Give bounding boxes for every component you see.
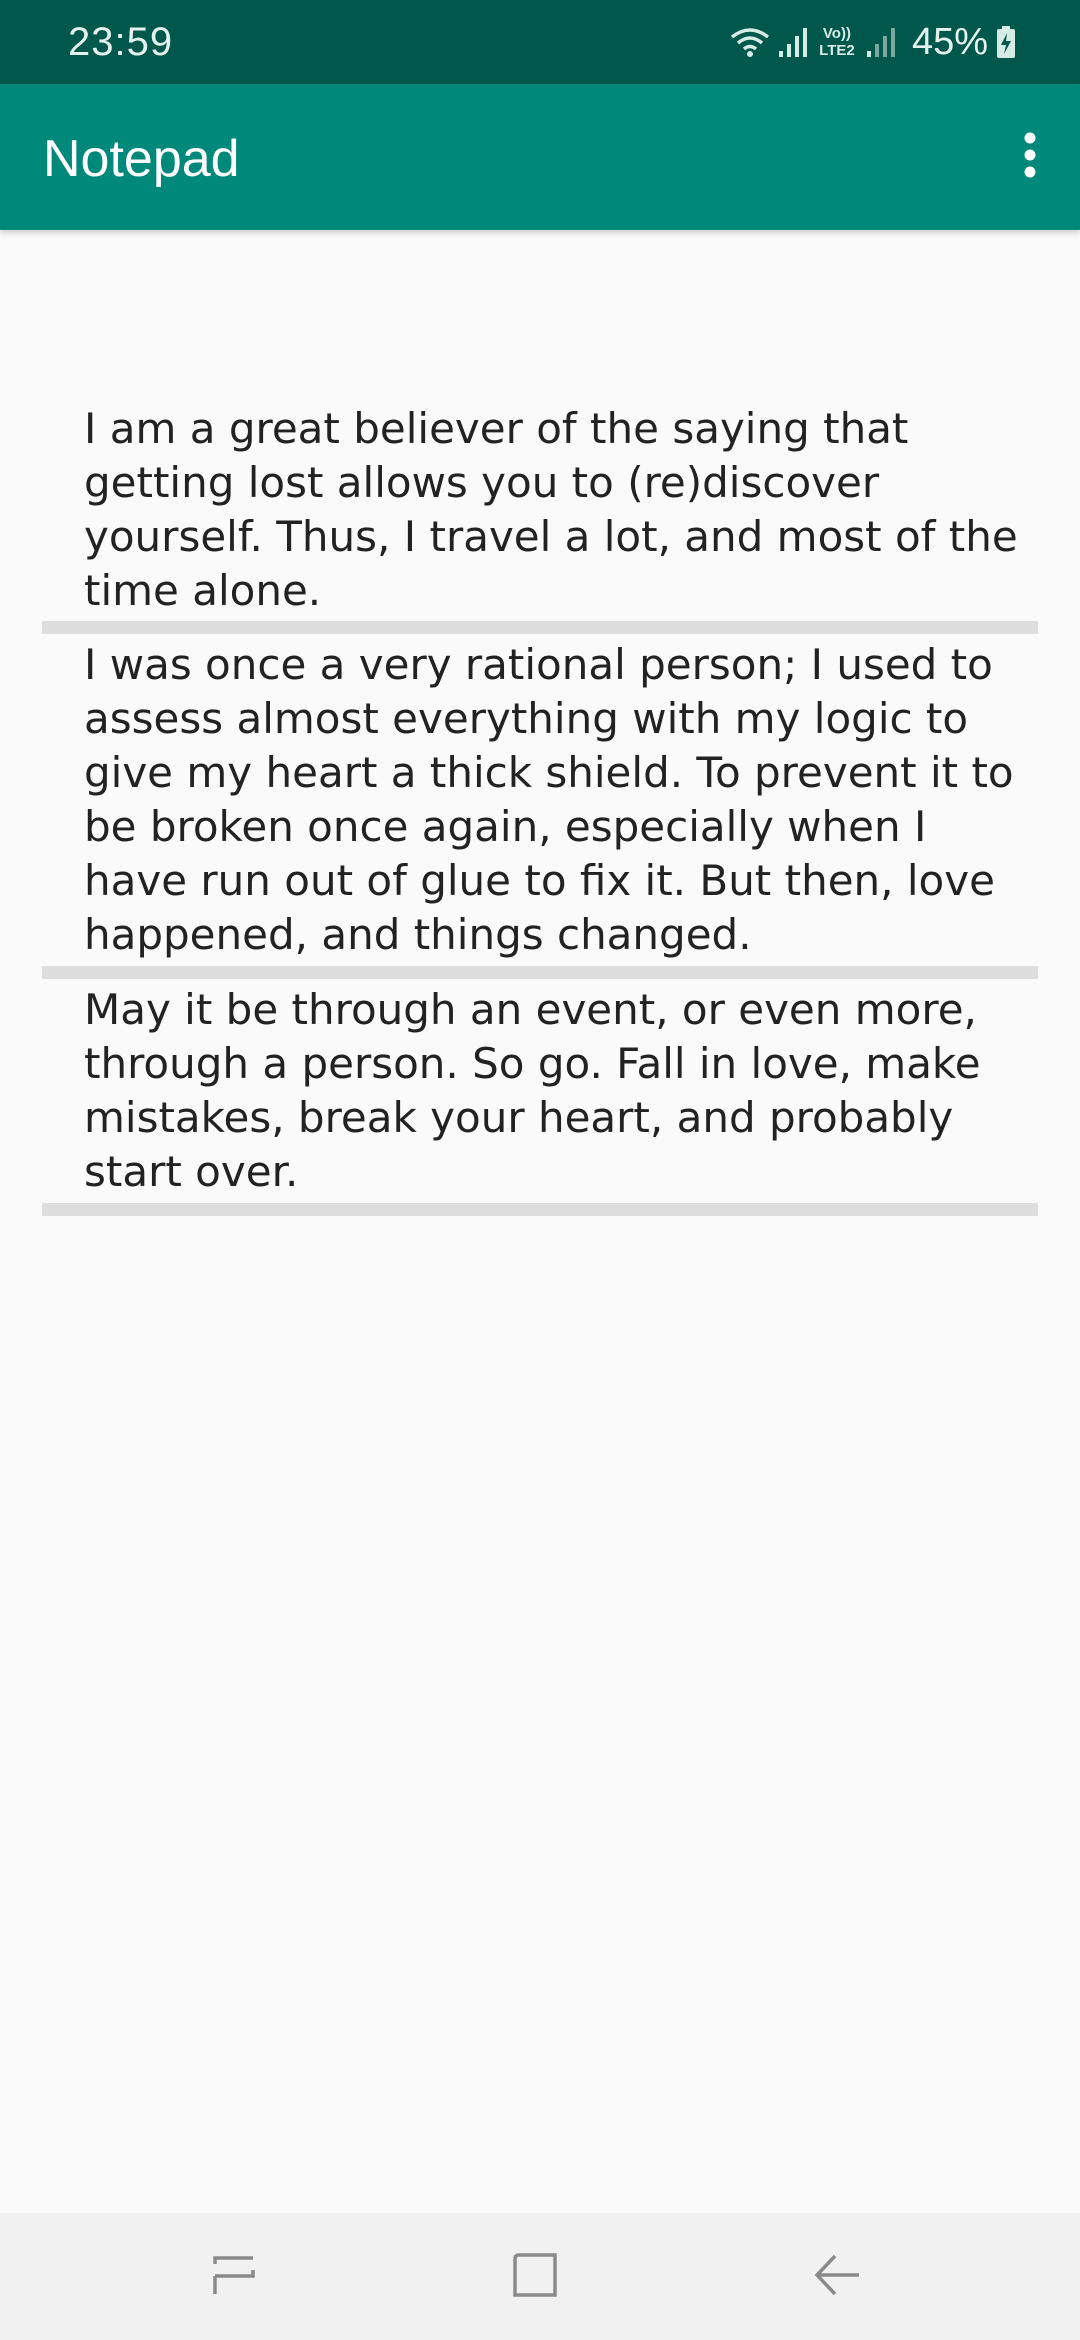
note-text: I am a great believer of the saying that… — [84, 404, 1032, 615]
note-text: May it be through an event, or even more… — [84, 985, 994, 1196]
screen: 23:59 Vo)) LTE2 45% Notepad I am a great… — [0, 0, 1080, 2340]
navigation-bar — [0, 2213, 1080, 2340]
note-item[interactable]: I was once a very rational person; I use… — [42, 634, 1038, 979]
wifi-icon — [730, 25, 770, 59]
signal-weak-icon — [866, 25, 896, 59]
back-button[interactable] — [797, 2241, 877, 2313]
battery-level: 45% — [911, 21, 988, 63]
note-item[interactable]: I am a great believer of the saying that… — [42, 402, 1038, 634]
battery-charging-icon — [996, 25, 1016, 59]
note-item[interactable]: May it be through an event, or even more… — [42, 979, 1038, 1216]
note-text: I was once a very rational person; I use… — [84, 640, 1027, 959]
note-divider — [42, 621, 1038, 634]
note-divider — [42, 966, 1038, 979]
more-vert-icon — [1023, 132, 1037, 183]
more-options-button[interactable] — [1000, 117, 1060, 197]
status-bar: 23:59 Vo)) LTE2 45% — [0, 0, 1080, 84]
recents-icon — [211, 2250, 257, 2305]
lte-icon: Vo)) LTE2 — [816, 25, 858, 59]
status-icons: Vo)) LTE2 45% — [730, 14, 1016, 70]
status-time: 23:59 — [68, 20, 174, 64]
back-icon — [813, 2250, 861, 2305]
home-button[interactable] — [495, 2241, 575, 2313]
lte-label: Vo)) LTE2 — [819, 25, 855, 59]
recents-button[interactable] — [194, 2241, 274, 2313]
note-divider — [42, 1203, 1038, 1216]
signal-icon — [778, 25, 808, 59]
app-title: Notepad — [43, 130, 240, 188]
home-icon — [510, 2250, 560, 2305]
app-bar: Notepad — [0, 84, 1080, 230]
